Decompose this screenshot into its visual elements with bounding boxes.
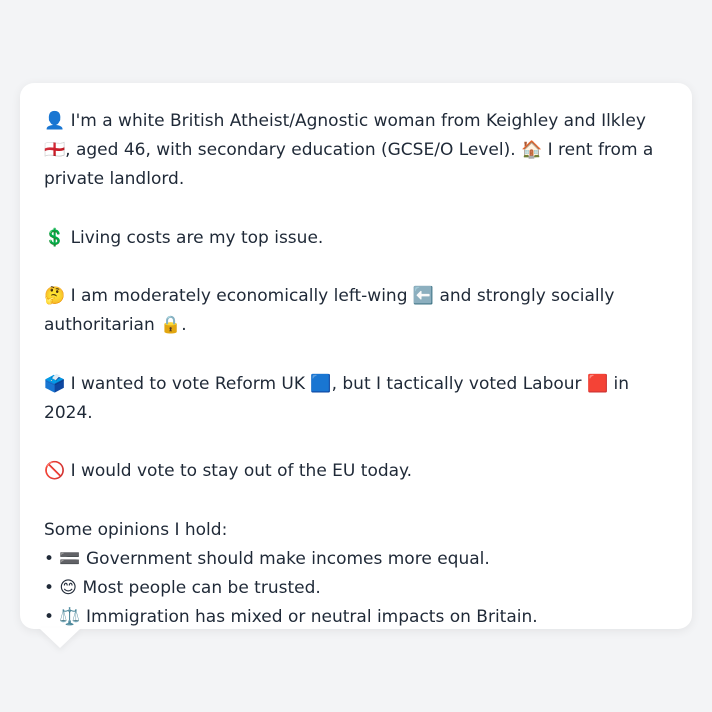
persona-speech-bubble: 👤 I'm a white British Atheist/Agnostic w… (20, 83, 692, 629)
opinion-item-income-equality: • 🟰 Government should make incomes more … (44, 548, 490, 569)
opinions-heading: Some opinions I hold: (44, 519, 228, 540)
eu-stance-text: 🚫 I would vote to stay out of the EU tod… (44, 461, 413, 482)
ideology-text: 🤔 I am moderately economically left-wing… (44, 286, 615, 336)
vote-2024-text: 🗳️ I wanted to vote Reform UK 🟦, but I t… (44, 373, 630, 423)
opinion-item-trust: • 😊 Most people can be trusted. (44, 578, 321, 599)
opinion-item-immigration: • ⚖️ Immigration has mixed or neutral im… (44, 607, 538, 628)
speech-bubble-tail (39, 628, 81, 648)
top-issue-text: 💲 Living costs are my top issue. (44, 227, 324, 248)
opinions-list: • 🟰 Government should make incomes more … (44, 545, 668, 633)
intro-text: 👤 I'm a white British Atheist/Agnostic w… (44, 111, 654, 190)
